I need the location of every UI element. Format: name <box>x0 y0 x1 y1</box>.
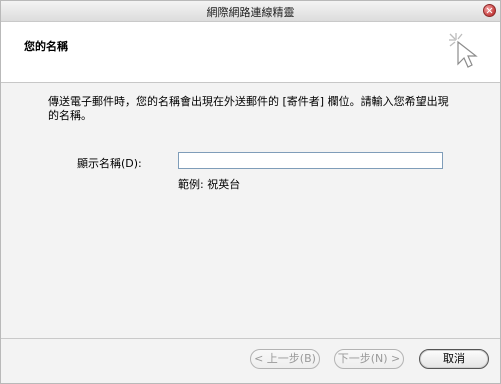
wizard-window: 網際網路連線精靈 您的名稱 傳送電子郵件時，您的名稱會出現在外送郵件的 [寄件者… <box>0 0 501 384</box>
instruction-text: 傳送電子郵件時，您的名稱會出現在外送郵件的 [寄件者] 欄位。請輸入您希望出現的… <box>48 95 449 122</box>
next-button[interactable]: 下一步(N) > <box>334 349 404 369</box>
example-text: 範例: 祝英台 <box>178 178 241 191</box>
close-button[interactable] <box>483 4 496 17</box>
wizard-body: 傳送電子郵件時，您的名稱會出現在外送郵件的 [寄件者] 欄位。請輸入您希望出現的… <box>1 83 500 338</box>
display-name-input[interactable] <box>178 152 443 169</box>
wizard-header: 您的名稱 <box>1 22 500 83</box>
title-bar[interactable]: 網際網路連線精靈 <box>1 1 500 22</box>
wizard-cursor-icon <box>449 33 478 68</box>
back-button[interactable]: < 上一步(B) <box>250 349 320 369</box>
cancel-button[interactable]: 取消 <box>419 349 489 369</box>
window-title: 網際網路連線精靈 <box>206 6 295 19</box>
page-title: 您的名稱 <box>24 40 68 53</box>
display-name-label: 顯示名稱(D): <box>77 157 142 170</box>
